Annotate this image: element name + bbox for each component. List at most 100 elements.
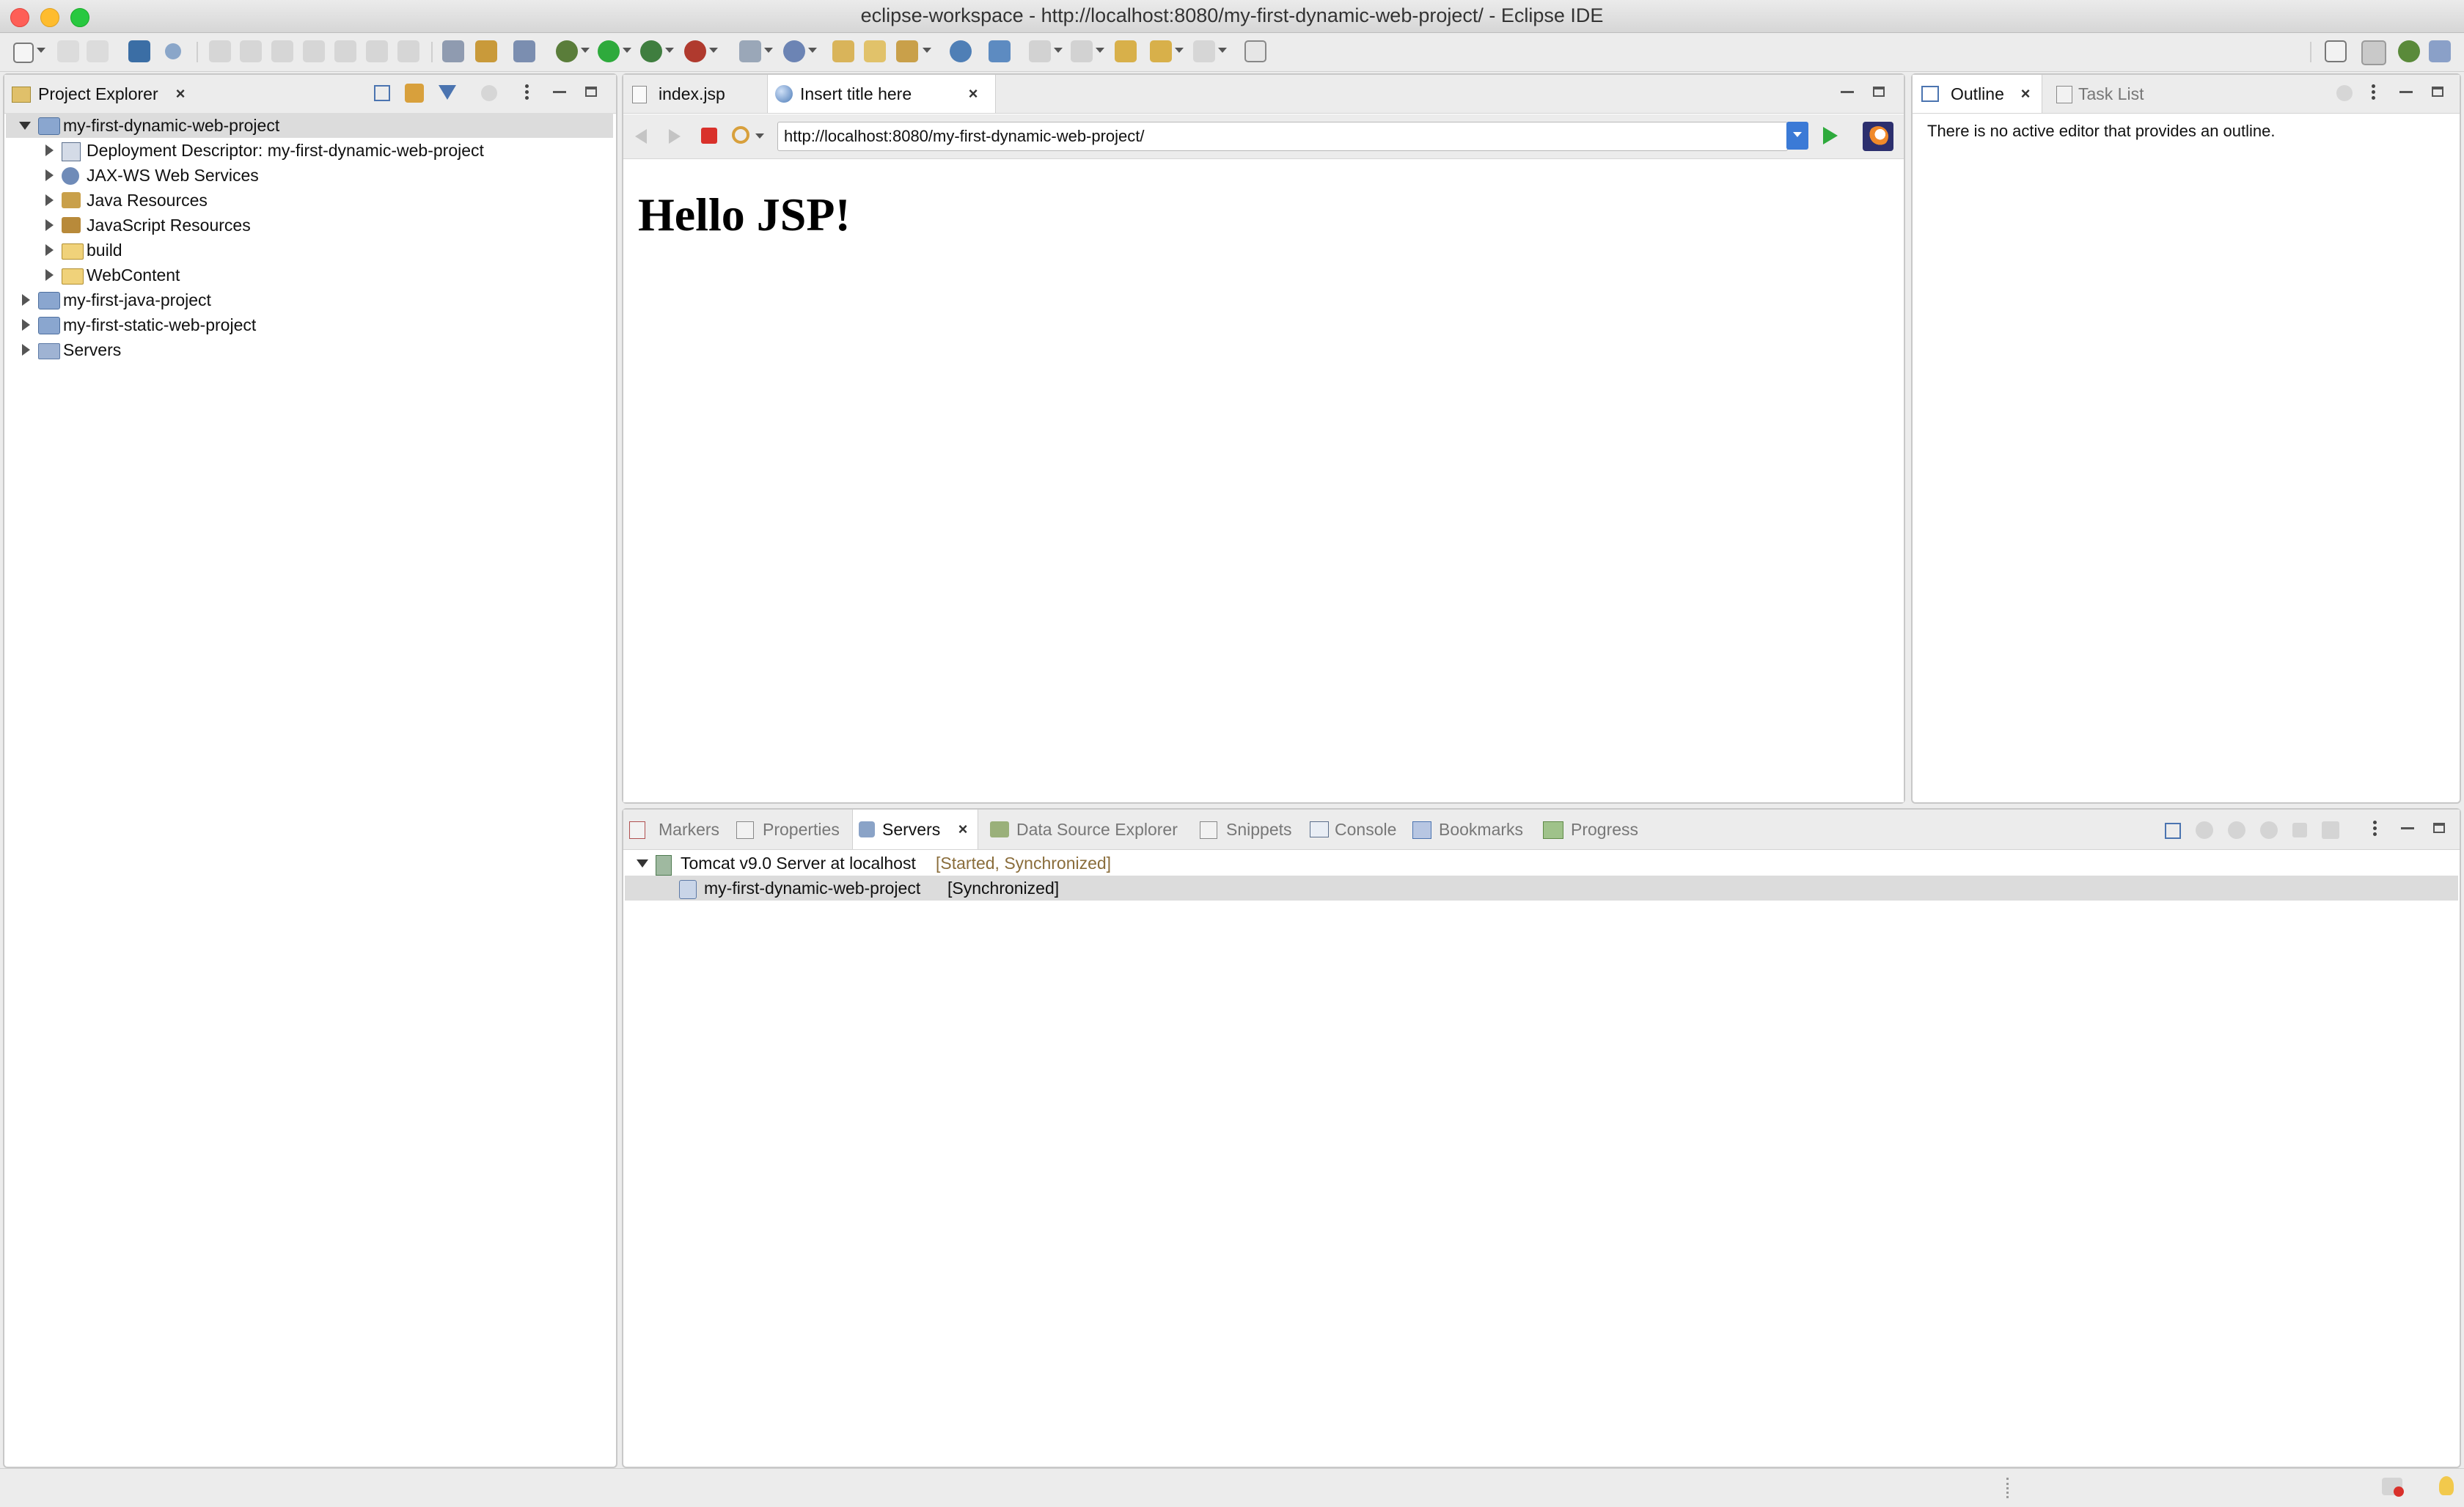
- run-icon[interactable]: [598, 40, 620, 62]
- tree-row[interactable]: Java Resources: [6, 188, 613, 213]
- url-history-dropdown[interactable]: [1786, 122, 1808, 150]
- minimize-icon[interactable]: [1841, 91, 1854, 93]
- tree-row[interactable]: my-first-java-project: [6, 287, 613, 312]
- java-ee-perspective-icon[interactable]: [2361, 40, 2386, 65]
- start-debug-icon[interactable]: [2196, 821, 2213, 839]
- forward-dropdown-icon[interactable]: [1218, 48, 1227, 53]
- tree-row-selected[interactable]: my-first-dynamic-web-project: [6, 113, 613, 138]
- filter-icon[interactable]: [439, 85, 456, 100]
- minimize-icon[interactable]: [2399, 91, 2413, 93]
- tab-progress[interactable]: Progress: [1540, 810, 1650, 849]
- search-tool-dropdown-icon[interactable]: [923, 48, 931, 53]
- new-dropdown-icon[interactable]: [37, 48, 45, 53]
- tab-servers[interactable]: Servers ×: [852, 810, 978, 849]
- back-icon[interactable]: [1150, 40, 1172, 62]
- new-icon[interactable]: [13, 43, 34, 63]
- terminal-icon[interactable]: [128, 40, 150, 62]
- step-over-icon[interactable]: [366, 40, 388, 62]
- expand-toggle-icon[interactable]: [22, 294, 30, 306]
- focus-on-active-task-icon[interactable]: [2336, 85, 2353, 101]
- tab-outline[interactable]: Outline ×: [1913, 75, 2042, 113]
- link-with-editor-icon[interactable]: [405, 84, 424, 103]
- task-list-icon[interactable]: [442, 40, 464, 62]
- tab-console[interactable]: Console: [1307, 810, 1404, 849]
- new-server-icon[interactable]: [739, 40, 761, 62]
- server-row[interactable]: Tomcat v9.0 Server at localhost [Started…: [625, 851, 2458, 876]
- tab-project-explorer[interactable]: Project Explorer: [38, 84, 158, 104]
- skip-breakpoints-icon[interactable]: [165, 43, 181, 59]
- debug-dropdown-icon[interactable]: [581, 48, 590, 53]
- debug-icon[interactable]: [556, 40, 578, 62]
- browser-back-icon[interactable]: [635, 129, 647, 144]
- close-icon[interactable]: ×: [2018, 86, 2033, 102]
- tip-lightbulb-icon[interactable]: [2439, 1476, 2454, 1495]
- coverage-dropdown-icon[interactable]: [665, 48, 674, 53]
- close-icon[interactable]: ×: [956, 821, 970, 837]
- no-connection-icon[interactable]: [2382, 1478, 2404, 1497]
- publish-icon[interactable]: [2322, 821, 2339, 839]
- prev-annotation-dropdown-icon[interactable]: [1096, 48, 1104, 53]
- tree-row[interactable]: Deployment Descriptor: my-first-dynamic-…: [6, 138, 613, 163]
- tree-row[interactable]: Servers: [6, 337, 613, 362]
- last-edit-icon[interactable]: [1115, 40, 1137, 62]
- back-dropdown-icon[interactable]: [1175, 48, 1184, 53]
- collapse-all-icon[interactable]: [2165, 823, 2181, 839]
- external-tools-dropdown-icon[interactable]: [709, 48, 718, 53]
- open-type-icon[interactable]: [832, 40, 854, 62]
- coverage-icon[interactable]: [640, 40, 662, 62]
- browser-forward-icon[interactable]: [669, 129, 681, 144]
- browser-stop-icon[interactable]: [701, 128, 717, 144]
- browser-refresh-dropdown-icon[interactable]: [755, 133, 764, 139]
- view-menu-icon[interactable]: [525, 84, 529, 100]
- start-server-icon[interactable]: [2228, 821, 2245, 839]
- new-web-service-icon[interactable]: [783, 40, 805, 62]
- close-icon[interactable]: ×: [966, 86, 980, 102]
- tab-bookmarks[interactable]: Bookmarks: [1408, 810, 1533, 849]
- open-perspective-icon[interactable]: [513, 40, 535, 62]
- open-perspective-button-icon[interactable]: [2325, 40, 2347, 62]
- view-menu-icon[interactable]: [2373, 821, 2377, 837]
- tree-row[interactable]: JavaScript Resources: [6, 213, 613, 238]
- new-server-dropdown-icon[interactable]: [764, 48, 773, 53]
- external-tools-icon[interactable]: [684, 40, 706, 62]
- next-annotation-icon[interactable]: [1029, 40, 1051, 62]
- stop-server-icon[interactable]: [2292, 823, 2307, 837]
- disconnect-icon[interactable]: [303, 40, 325, 62]
- tab-snippets[interactable]: Snippets: [1197, 810, 1304, 849]
- maximize-icon[interactable]: [2432, 87, 2443, 97]
- expand-toggle-icon[interactable]: [45, 194, 54, 206]
- expand-toggle-icon[interactable]: [45, 144, 54, 156]
- tab-insert-title-here[interactable]: Insert title here ×: [767, 75, 996, 113]
- tab-markers[interactable]: Markers: [623, 810, 730, 849]
- maximize-icon[interactable]: [1873, 87, 1885, 97]
- expand-toggle-icon[interactable]: [22, 319, 30, 331]
- suspend-icon[interactable]: [240, 40, 262, 62]
- prev-annotation-icon[interactable]: [1071, 40, 1093, 62]
- tree-row[interactable]: JAX-WS Web Services: [6, 163, 613, 188]
- tab-data-source-explorer[interactable]: Data Source Explorer: [987, 810, 1194, 849]
- tree-row[interactable]: my-first-static-web-project: [6, 312, 613, 337]
- step-into-icon[interactable]: [334, 40, 356, 62]
- expand-toggle-icon[interactable]: [637, 859, 648, 868]
- run-dropdown-icon[interactable]: [623, 48, 631, 53]
- search-tool-icon[interactable]: [896, 40, 918, 62]
- step-return-icon[interactable]: [397, 40, 419, 62]
- maximize-icon[interactable]: [585, 87, 597, 97]
- next-annotation-dropdown-icon[interactable]: [1054, 48, 1063, 53]
- server-module-row[interactable]: my-first-dynamic-web-project [Synchroniz…: [625, 876, 2458, 901]
- focus-on-active-task-icon[interactable]: [481, 85, 497, 101]
- minimize-icon[interactable]: [2401, 827, 2414, 829]
- save-all-icon[interactable]: [87, 40, 109, 62]
- close-icon[interactable]: ×: [173, 86, 188, 102]
- go-icon[interactable]: [1823, 127, 1838, 144]
- tab-index-jsp[interactable]: index.jsp: [623, 75, 767, 113]
- collapse-all-icon[interactable]: [374, 85, 390, 101]
- url-field[interactable]: http://localhost:8080/my-first-dynamic-w…: [777, 122, 1788, 151]
- start-profile-icon[interactable]: [2260, 821, 2278, 839]
- open-task-icon[interactable]: [475, 40, 497, 62]
- expand-toggle-icon[interactable]: [45, 219, 54, 231]
- view-menu-icon[interactable]: [2372, 84, 2375, 100]
- minimize-icon[interactable]: [553, 91, 566, 93]
- expand-toggle-icon[interactable]: [22, 344, 30, 356]
- debug-perspective-icon[interactable]: [2398, 40, 2420, 62]
